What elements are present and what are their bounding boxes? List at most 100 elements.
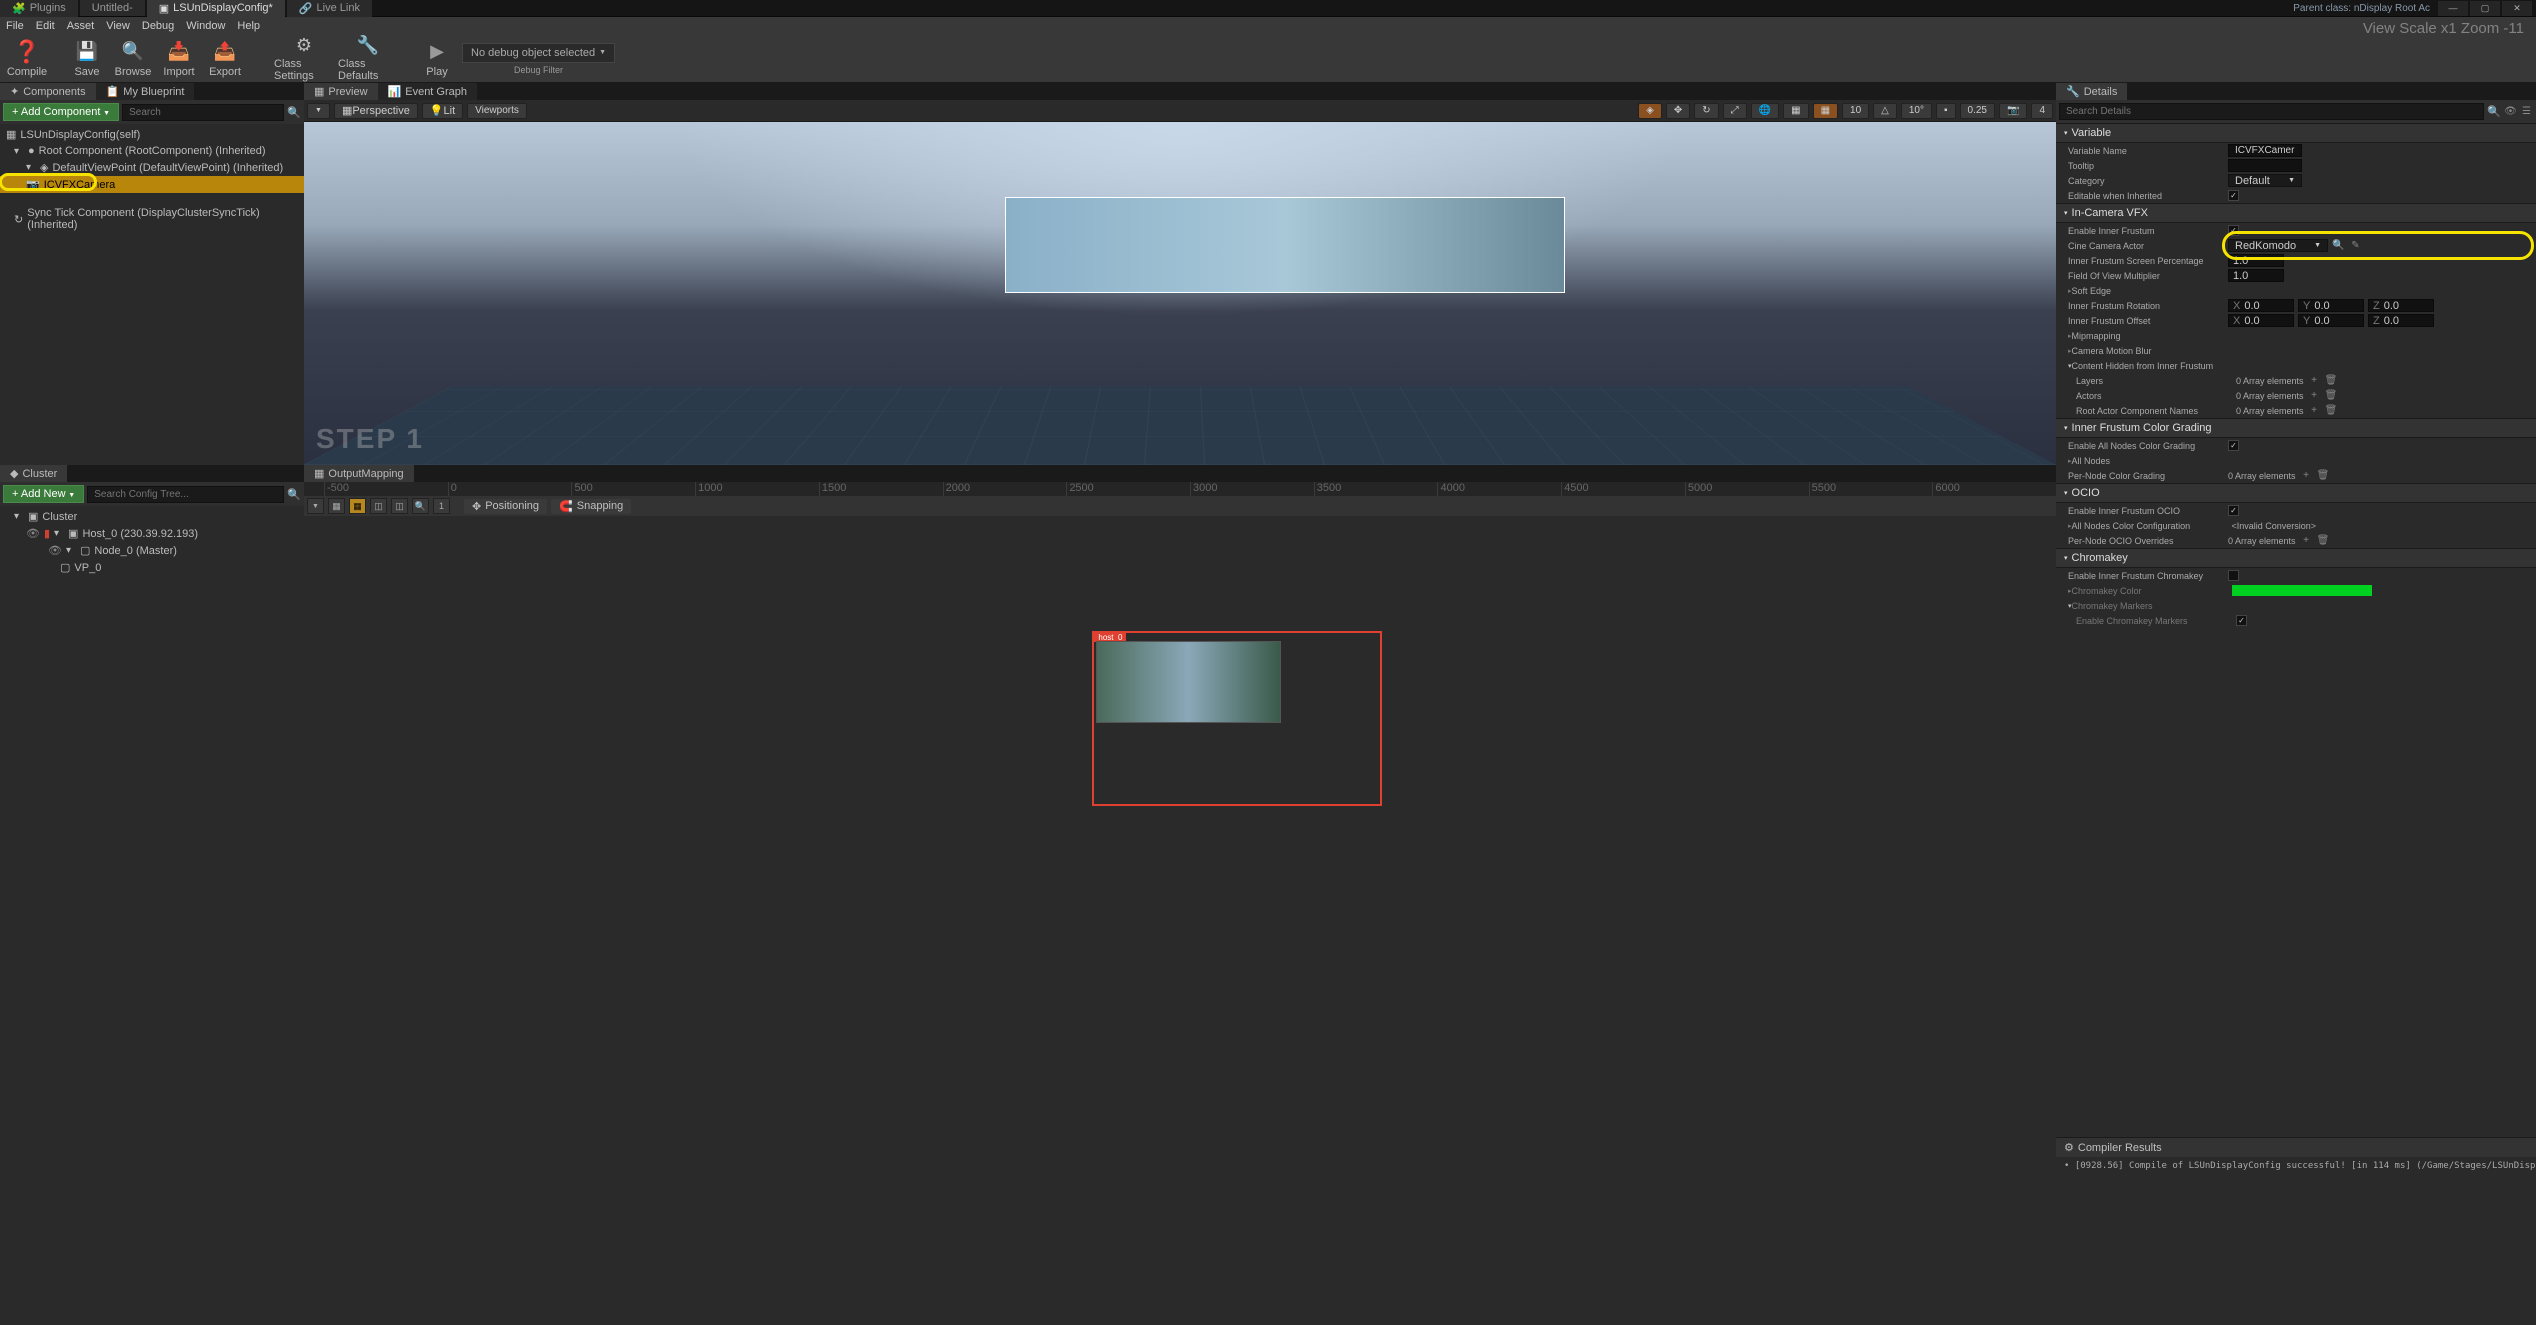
prop-label[interactable]: Chromakey Markers	[2072, 601, 2232, 611]
om-btn3[interactable]: ◫	[370, 498, 387, 514]
angle-snap[interactable]: △	[1873, 103, 1897, 119]
cluster-vp[interactable]: ▢VP_0	[0, 559, 304, 576]
menu-edit[interactable]: Edit	[36, 20, 55, 32]
om-btn2[interactable]: ▦	[349, 498, 366, 514]
menu-debug[interactable]: Debug	[142, 20, 174, 32]
window-maximize[interactable]: ▢	[2470, 1, 2500, 16]
vp-menu-button[interactable]: ▼	[307, 103, 330, 119]
trash-icon[interactable]: 🗑	[2317, 534, 2330, 547]
snapping-button[interactable]: 🧲Snapping	[551, 499, 631, 514]
tree-sync-tick[interactable]: ↻Sync Tick Component (DisplayClusterSync…	[0, 205, 304, 233]
rot-y-input[interactable]: Y0.0	[2298, 299, 2364, 312]
import-button[interactable]: 📥Import	[158, 37, 200, 81]
prop-label[interactable]: Camera Motion Blur	[2072, 346, 2232, 356]
section-icvfx[interactable]: ▾In-Camera VFX	[2056, 203, 2536, 223]
filter-icon[interactable]: ☰	[2520, 105, 2533, 118]
compiler-results-tab[interactable]: ⚙Compiler Results	[2056, 1137, 2536, 1157]
add-icon[interactable]: +	[2308, 374, 2321, 387]
menu-view[interactable]: View	[106, 20, 130, 32]
preview-tab[interactable]: ▦Preview	[304, 83, 378, 100]
node-preview[interactable]	[1096, 641, 1281, 723]
trash-icon[interactable]: 🗑	[2325, 404, 2338, 417]
enable-grading-checkbox[interactable]	[2228, 440, 2239, 451]
add-cluster-button[interactable]: + Add New ▼	[3, 485, 84, 503]
category-dropdown[interactable]: Default▼	[2228, 174, 2302, 187]
scale-snap[interactable]: ▪	[1936, 103, 1956, 119]
perspective-button[interactable]: ▦ Perspective	[334, 103, 418, 119]
prop-label[interactable]: Soft Edge	[2072, 286, 2232, 296]
eye-icon[interactable]: 👁	[2504, 105, 2517, 118]
event-graph-tab[interactable]: 📊Event Graph	[378, 83, 477, 100]
window-close[interactable]: ✕	[2502, 1, 2532, 16]
om-btn5[interactable]: 🔍	[412, 498, 429, 514]
trash-icon[interactable]: 🗑	[2325, 389, 2338, 402]
prop-label[interactable]: Content Hidden from Inner Frustum	[2072, 361, 2272, 371]
components-tab[interactable]: ✦Components	[0, 83, 96, 100]
menu-asset[interactable]: Asset	[67, 20, 95, 32]
editable-checkbox[interactable]	[2228, 190, 2239, 201]
title-tab-plugins[interactable]: 🧩Plugins	[0, 0, 78, 17]
transform-scale[interactable]: ⤢	[1723, 103, 1747, 119]
variable-name-input[interactable]	[2228, 144, 2302, 157]
om-dropdown[interactable]: ▼	[307, 498, 324, 514]
details-search[interactable]	[2059, 103, 2484, 120]
add-icon[interactable]: +	[2308, 404, 2321, 417]
angle-snap-value[interactable]: 10°	[1901, 103, 1932, 119]
off-y-input[interactable]: Y0.0	[2298, 314, 2364, 327]
add-icon[interactable]: +	[2300, 534, 2313, 547]
title-tab-livelink[interactable]: 🔗Live Link	[287, 0, 372, 17]
cluster-node[interactable]: 👁▾▢Node_0 (Master)	[0, 542, 304, 559]
cluster-tab[interactable]: ◆Cluster	[0, 465, 67, 482]
window-minimize[interactable]: —	[2438, 1, 2468, 16]
om-btn6[interactable]: 1	[433, 498, 450, 514]
compile-button[interactable]: ❓Compile	[6, 37, 48, 81]
output-mapping-canvas[interactable]: host_0	[304, 516, 2056, 1325]
tree-icvfx-camera[interactable]: 📷ICVFXCamera	[0, 176, 304, 193]
output-mapping-tab[interactable]: ▦OutputMapping	[304, 465, 414, 482]
title-tab-displayconfig[interactable]: ▣LSUnDisplayConfig*	[147, 0, 285, 17]
viewports-button[interactable]: Viewports	[467, 103, 527, 119]
section-variable[interactable]: ▾Variable	[2056, 123, 2536, 143]
components-search[interactable]	[122, 104, 284, 121]
camera-speed[interactable]: 📷	[1999, 103, 2027, 119]
class-defaults-button[interactable]: 🔧Class Defaults	[338, 37, 398, 81]
details-tab[interactable]: 🔧Details	[2056, 83, 2127, 100]
viewport-preview[interactable]: STEP 1	[304, 122, 2056, 465]
fov-mult-input[interactable]: 1.0	[2228, 269, 2284, 282]
prop-label[interactable]: All Nodes	[2072, 456, 2232, 466]
om-btn4[interactable]: ◫	[391, 498, 408, 514]
play-button[interactable]: ▶Play	[416, 37, 458, 81]
cluster-search[interactable]	[87, 486, 284, 503]
tooltip-input[interactable]	[2228, 159, 2302, 172]
save-button[interactable]: 💾Save	[66, 37, 108, 81]
add-icon[interactable]: +	[2300, 469, 2313, 482]
surface-snap[interactable]: ▦	[1783, 103, 1808, 119]
enable-markers-checkbox[interactable]	[2236, 615, 2247, 626]
class-settings-button[interactable]: ⚙Class Settings	[274, 37, 334, 81]
section-ocio[interactable]: ▾OCIO	[2056, 483, 2536, 503]
enable-ocio-checkbox[interactable]	[2228, 505, 2239, 516]
tree-root-component[interactable]: ▾●Root Component (RootComponent) (Inheri…	[0, 143, 304, 159]
world-local-toggle[interactable]: 🌐	[1751, 103, 1779, 119]
my-blueprint-tab[interactable]: 📋My Blueprint	[96, 83, 195, 100]
tree-root-self[interactable]: ▦LSUnDisplayConfig(self)	[0, 126, 304, 143]
positioning-button[interactable]: ✥Positioning	[464, 499, 547, 514]
trash-icon[interactable]: 🗑	[2317, 469, 2330, 482]
chromakey-color-swatch[interactable]	[2232, 585, 2372, 596]
menu-window[interactable]: Window	[186, 20, 225, 32]
menu-file[interactable]: File	[6, 20, 24, 32]
off-z-input[interactable]: Z0.0	[2368, 314, 2434, 327]
prop-label[interactable]: Mipmapping	[2072, 331, 2232, 341]
transform-select[interactable]: ◈	[1638, 103, 1662, 119]
scale-snap-value[interactable]: 0.25	[1960, 103, 1995, 119]
transform-rotate[interactable]: ↻	[1694, 103, 1718, 119]
export-button[interactable]: 📤Export	[204, 37, 246, 81]
om-btn1[interactable]: ▦	[328, 498, 345, 514]
trash-icon[interactable]: 🗑	[2325, 374, 2338, 387]
title-tab-untitled[interactable]: Untitled-	[80, 0, 145, 16]
rot-x-input[interactable]: X0.0	[2228, 299, 2294, 312]
cluster-host[interactable]: 👁▮▾▣Host_0 (230.39.92.193)	[0, 525, 304, 542]
off-x-input[interactable]: X0.0	[2228, 314, 2294, 327]
grid-snap-value[interactable]: 10	[1842, 103, 1869, 119]
rot-z-input[interactable]: Z0.0	[2368, 299, 2434, 312]
